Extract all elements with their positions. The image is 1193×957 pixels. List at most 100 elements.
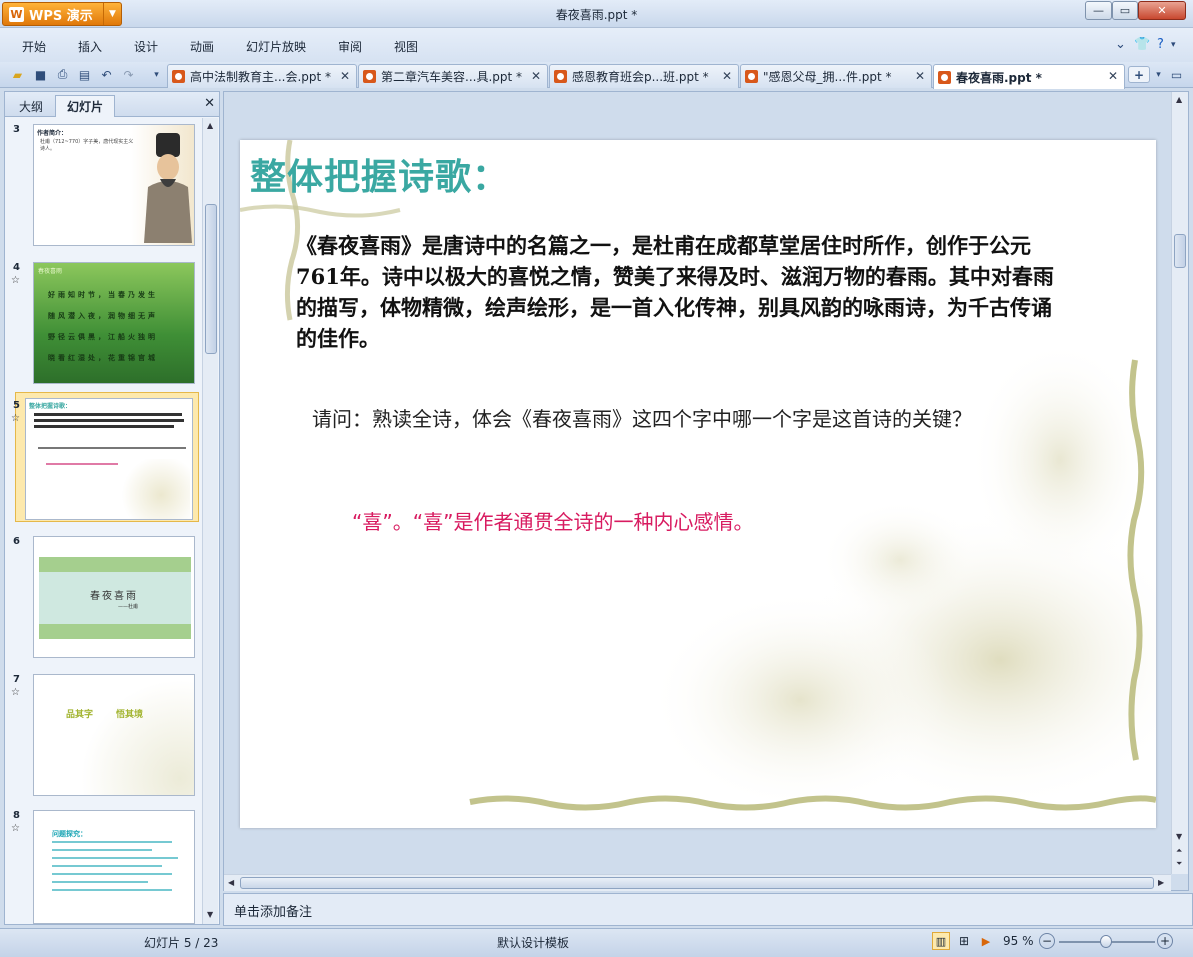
slide-sorter-icon[interactable]: ⊞ xyxy=(955,932,973,950)
scroll-up-icon[interactable]: ▲ xyxy=(207,121,213,130)
close-tab-icon[interactable]: ✕ xyxy=(722,69,732,83)
open-folder-icon[interactable]: ▰ xyxy=(9,66,26,83)
menu-start[interactable]: 开始 xyxy=(22,38,46,55)
close-tab-icon[interactable]: ✕ xyxy=(1108,69,1118,83)
scrollbar-thumb[interactable] xyxy=(240,877,1154,889)
scrollbar-thumb[interactable] xyxy=(1174,234,1186,268)
scroll-up-icon[interactable]: ▲ xyxy=(1176,95,1182,104)
tab-document-4[interactable]: "感恩父母_拥...件.ppt * ✕ xyxy=(740,64,932,88)
slide-thumbnail-8[interactable]: 问题探究： xyxy=(33,810,195,924)
thumb-text-line xyxy=(52,873,172,875)
previous-slide-icon[interactable]: ⏶ xyxy=(1176,846,1182,856)
minimize-button[interactable]: — xyxy=(1085,1,1112,20)
status-bar: 幻灯片 5 / 23 默认设计模板 ▥ ⊞ ▶ 95 % − + xyxy=(0,928,1193,957)
tab-outline[interactable]: 大纲 xyxy=(9,95,53,117)
tab-document-active[interactable]: 春夜喜雨.ppt * ✕ xyxy=(933,64,1125,89)
menu-view[interactable]: 视图 xyxy=(394,38,418,55)
zoom-slider-knob[interactable] xyxy=(1100,935,1112,948)
thumb-text-line xyxy=(52,857,178,859)
thumb-text-line xyxy=(34,425,174,428)
notes-placeholder: 单击添加备注 xyxy=(234,905,313,920)
tab-document-1[interactable]: 高中法制教育主...会.ppt * ✕ xyxy=(167,64,357,88)
presentation-file-icon xyxy=(554,70,567,83)
thumb-text: 杜甫（712~770）字子美，唐代现实主义诗人。 xyxy=(40,139,134,152)
slide-number: 8 xyxy=(13,810,20,821)
slide-title[interactable]: 整体把握诗歌： xyxy=(250,148,509,200)
close-tab-icon[interactable]: ✕ xyxy=(915,69,925,83)
vertical-scrollbar[interactable]: ▲ ▼ ⏶ ⏷ xyxy=(1171,92,1188,874)
close-window-button[interactable]: ✕ xyxy=(1138,1,1186,20)
tab-document-2[interactable]: 第二章汽车美容...具.ppt * ✕ xyxy=(358,64,548,88)
print-preview-icon[interactable]: ▤ xyxy=(76,66,93,83)
save-icon[interactable]: ■ xyxy=(32,66,49,83)
slide-thumbnail-6[interactable]: 春夜喜雨 ——杜甫 xyxy=(33,536,195,658)
shirt-icon[interactable]: 👕 xyxy=(1134,37,1150,52)
help-icon[interactable]: ? xyxy=(1157,37,1164,52)
close-icon[interactable]: ✕ xyxy=(204,96,215,111)
animation-star-icon: ☆ xyxy=(11,275,20,286)
thumb-text-line xyxy=(52,865,162,867)
normal-view-icon[interactable]: ▥ xyxy=(932,932,950,950)
slide-thumbnail-7[interactable]: 品其字 悟其境 xyxy=(33,674,195,796)
zoom-out-icon[interactable]: − xyxy=(1039,933,1055,949)
panel-scrollbar[interactable]: ▲ ▼ xyxy=(202,118,218,924)
close-tab-icon[interactable]: ✕ xyxy=(531,69,541,83)
scroll-left-icon[interactable]: ◀ xyxy=(228,878,234,887)
slide-thumbnail-4[interactable]: 春夜喜雨 好雨知时节，当春乃发生 随风潜入夜，润物细无声 野径云俱黑，江船火独明… xyxy=(33,262,195,384)
slide-thumbnails: 3 作者简介： 杜甫（712~770）字子美，唐代现实主义诗人。 4 ☆ 春夜喜… xyxy=(5,118,202,924)
design-template-name[interactable]: 默认设计模板 xyxy=(497,934,569,951)
slide-question[interactable]: 请问：熟读全诗，体会《春夜喜雨》这四个字中哪一个字是这首诗的关键？ xyxy=(312,403,1156,432)
menu-insert[interactable]: 插入 xyxy=(78,38,102,55)
presentation-file-icon xyxy=(172,70,185,83)
thumb-heading: 春夜喜雨 xyxy=(38,268,63,275)
slide-thumbnail-5[interactable]: 整体把握诗歌： xyxy=(25,398,193,520)
close-tab-icon[interactable]: ✕ xyxy=(340,69,350,83)
menu-bar: 开始 插入 设计 动画 幻灯片放映 审阅 视图 ⌄ 👕 ? ▾ xyxy=(0,28,1193,62)
panel-tabs: 大纲 幻灯片 ✕ xyxy=(5,92,219,117)
thumb-text-line xyxy=(52,881,148,883)
slide-body-text[interactable]: 《春夜喜雨》是唐诗中的名篇之一，是杜甫在成都草堂居住时所作，创作于公元761年。… xyxy=(296,230,1056,354)
slide-answer[interactable]: “喜”。“喜”是作者通贯全诗的一种内心感情。 xyxy=(352,506,753,535)
tab-document-3[interactable]: 感恩教育班会p...班.ppt * ✕ xyxy=(549,64,739,88)
chevron-down-icon[interactable]: ⌄ xyxy=(1115,37,1126,52)
scrollbar-thumb[interactable] xyxy=(205,204,217,354)
slide-thumbnail-3[interactable]: 作者简介： 杜甫（712~770）字子美，唐代现实主义诗人。 xyxy=(33,124,195,246)
undo-icon[interactable]: ↶ xyxy=(98,66,115,83)
chevron-down-icon[interactable]: ▾ xyxy=(1150,66,1167,83)
menu-slideshow[interactable]: 幻灯片放映 xyxy=(246,38,306,55)
slide-number: 4 xyxy=(13,262,20,273)
thumb-text-right: 悟其境 xyxy=(116,710,144,720)
thumb-text-line xyxy=(34,419,184,422)
notes-pane[interactable]: 单击添加备注 xyxy=(223,893,1193,926)
menu-design[interactable]: 设计 xyxy=(134,38,158,55)
print-icon[interactable]: ⎙ xyxy=(54,66,71,83)
thumb-text-line xyxy=(38,447,186,449)
portrait-image xyxy=(144,133,192,243)
minimize-icon: — xyxy=(1093,4,1104,17)
tab-label: 感恩教育班会p...班.ppt * xyxy=(572,70,709,84)
document-tab-bar: ▰ ■ ⎙ ▤ ↶ ↷ ▾ 高中法制教育主...会.ppt * ✕ 第二章汽车美… xyxy=(0,62,1193,89)
menu-animation[interactable]: 动画 xyxy=(190,38,214,55)
thumb-author: ——杜甫 xyxy=(118,604,139,610)
slideshow-icon[interactable]: ▶ xyxy=(977,932,995,950)
horizontal-scrollbar[interactable]: ◀ ▶ xyxy=(224,874,1171,891)
tab-slides[interactable]: 幻灯片 xyxy=(55,95,115,117)
zoom-in-icon[interactable]: + xyxy=(1157,933,1173,949)
current-slide[interactable]: 整体把握诗歌： 《春夜喜雨》是唐诗中的名篇之一，是杜甫在成都草堂居住时所作，创作… xyxy=(240,140,1156,828)
next-slide-icon[interactable]: ⏷ xyxy=(1176,859,1182,869)
slide-number: 6 xyxy=(13,536,20,547)
tab-label: "感恩父母_拥...件.ppt * xyxy=(763,70,892,84)
scroll-down-icon[interactable]: ▼ xyxy=(1176,832,1182,841)
scroll-right-icon[interactable]: ▶ xyxy=(1158,878,1164,887)
slide-number: 7 xyxy=(13,674,20,685)
chevron-down-icon[interactable]: ▾ xyxy=(1171,40,1176,50)
thumb-decoration xyxy=(118,459,190,519)
maximize-icon: ▭ xyxy=(1119,4,1131,17)
menu-review[interactable]: 审阅 xyxy=(338,38,362,55)
new-tab-icon[interactable]: + xyxy=(1128,66,1150,83)
customize-toolbar-icon[interactable]: ▾ xyxy=(148,66,165,83)
tab-list-icon[interactable]: ▭ xyxy=(1168,66,1185,83)
redo-icon[interactable]: ↷ xyxy=(120,66,137,83)
maximize-button[interactable]: ▭ xyxy=(1112,1,1138,20)
scroll-down-icon[interactable]: ▼ xyxy=(207,910,213,919)
